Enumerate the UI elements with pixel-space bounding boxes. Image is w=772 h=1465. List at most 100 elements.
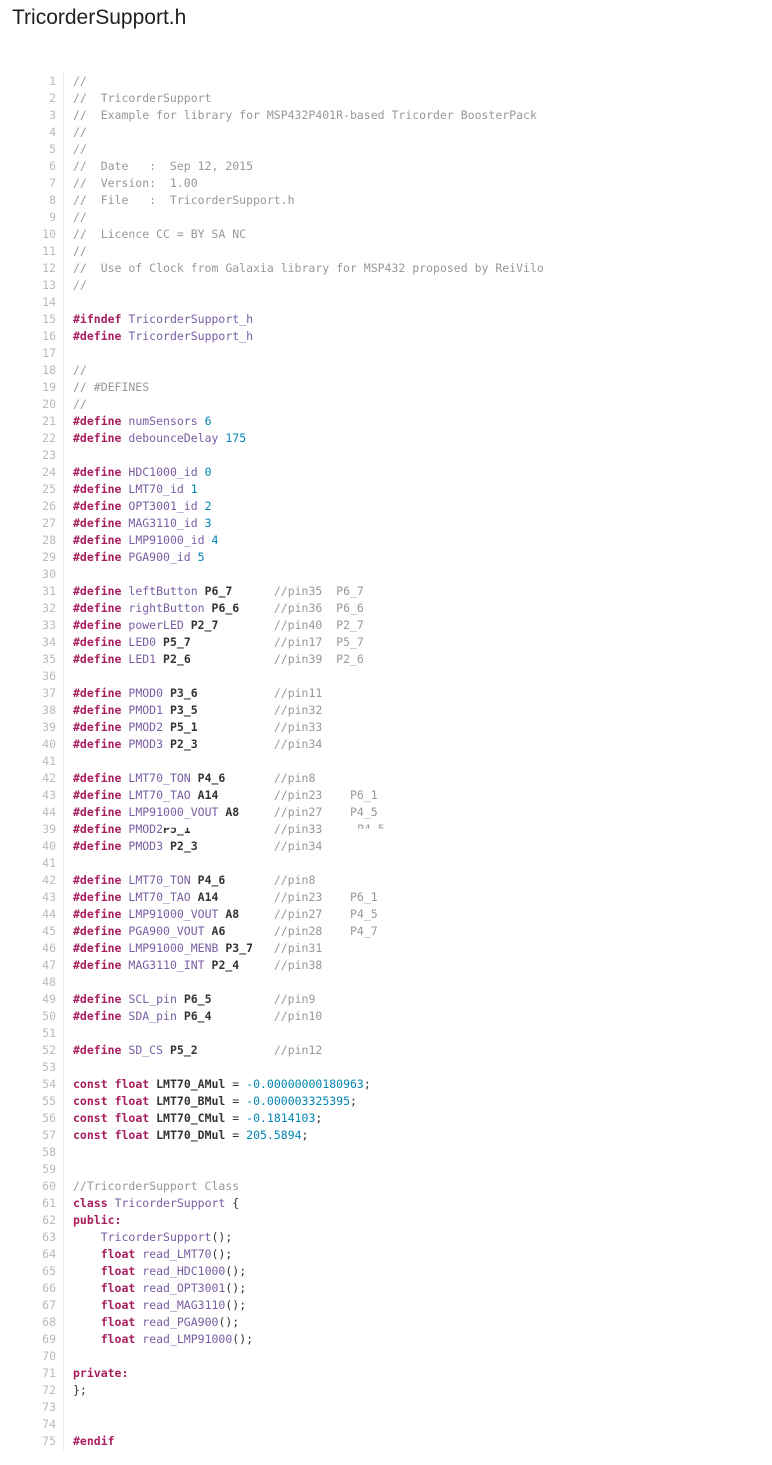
line-number: 52 xyxy=(0,1042,64,1059)
code-line: 23 xyxy=(0,447,772,464)
code-line: 41 xyxy=(0,753,772,770)
code-line: 63 TricorderSupport(); xyxy=(0,1229,772,1246)
code-line: 13// xyxy=(0,277,772,294)
code-text: #define PGA900_id 5 xyxy=(64,549,772,566)
line-number: 39 xyxy=(0,821,64,838)
line-number: 44 xyxy=(0,906,64,923)
line-number: 4 xyxy=(0,124,64,141)
code-line: 37#define PMOD0 P3_6 //pin11 xyxy=(0,685,772,702)
line-number: 10 xyxy=(0,226,64,243)
code-line: 30 xyxy=(0,566,772,583)
code-text: #define LMT70_TAO A14 //pin23 P6_1 xyxy=(64,889,772,906)
line-number: 43 xyxy=(0,889,64,906)
code-text: // #DEFINES xyxy=(64,379,772,396)
code-text: #define LMP91000_VOUT A8 //pin27 P4_5 xyxy=(64,804,772,821)
code-line: 7// Version: 1.00 xyxy=(0,175,772,192)
code-text: const float LMT70_BMul = -0.000003325395… xyxy=(64,1093,772,1110)
code-text xyxy=(64,1348,772,1365)
code-text: #define MAG3110_id 3 xyxy=(64,515,772,532)
code-line: 47#define MAG3110_INT P2_4 //pin38 xyxy=(0,957,772,974)
code-text: // TricorderSupport xyxy=(64,90,772,107)
line-number: 15 xyxy=(0,311,64,328)
line-number: 13 xyxy=(0,277,64,294)
code-line: 52#define SD_CS P5_2 //pin12 xyxy=(0,1042,772,1059)
code-line: 22#define debounceDelay 175 xyxy=(0,430,772,447)
code-text: #define LMP91000_MENB P3_7 //pin31 xyxy=(64,940,772,957)
line-number: 19 xyxy=(0,379,64,396)
code-line: 68 float read_PGA900(); xyxy=(0,1314,772,1331)
code-text: #define LMT70_TON P4_6 //pin8 xyxy=(64,770,772,787)
code-line: 55const float LMT70_BMul = -0.0000033253… xyxy=(0,1093,772,1110)
code-text: #define OPT3001_id 2 xyxy=(64,498,772,515)
code-line: 65 float read_HDC1000(); xyxy=(0,1263,772,1280)
code-line: 38#define PMOD1 P3_5 //pin32 xyxy=(0,702,772,719)
code-text xyxy=(64,1399,772,1416)
code-line: 36 xyxy=(0,668,772,685)
line-number: 70 xyxy=(0,1348,64,1365)
code-line: 44#define LMP91000_VOUT A8 //pin27 P4_5 xyxy=(0,804,772,821)
line-number: 21 xyxy=(0,413,64,430)
line-number: 30 xyxy=(0,566,64,583)
code-text: float read_LMT70(); xyxy=(64,1246,772,1263)
code-text: #define rightButton P6_6 //pin36 P6_6 xyxy=(64,600,772,617)
code-line: 26#define OPT3001_id 2 xyxy=(0,498,772,515)
code-line: 12// Use of Clock from Galaxia library f… xyxy=(0,260,772,277)
code-line: 27#define MAG3110_id 3 xyxy=(0,515,772,532)
line-number: 2 xyxy=(0,90,64,107)
code-text: #ifndef TricorderSupport_h xyxy=(64,311,772,328)
code-line: 72}; xyxy=(0,1382,772,1399)
code-line: 32#define rightButton P6_6 //pin36 P6_6 xyxy=(0,600,772,617)
line-number: 22 xyxy=(0,430,64,447)
line-number: 32 xyxy=(0,600,64,617)
line-number: 54 xyxy=(0,1076,64,1093)
line-number: 3 xyxy=(0,107,64,124)
line-number: 55 xyxy=(0,1093,64,1110)
code-text: #define LED1 P2_6 //pin39 P2_6 xyxy=(64,651,772,668)
code-line: 56const float LMT70_CMul = -0.1814103; xyxy=(0,1110,772,1127)
line-number: 36 xyxy=(0,668,64,685)
line-number: 60 xyxy=(0,1178,64,1195)
code-line: 28#define LMP91000_id 4 xyxy=(0,532,772,549)
code-text xyxy=(64,294,772,311)
code-text: #define powerLED P2_7 //pin40 P2_7 xyxy=(64,617,772,634)
code-line: 74 xyxy=(0,1416,772,1433)
code-line: 40#define PMOD3 P2_3 //pin34 xyxy=(0,838,772,855)
line-number: 75 xyxy=(0,1433,64,1450)
line-number: 74 xyxy=(0,1416,64,1433)
code-text: #define TricorderSupport_h xyxy=(64,328,772,345)
code-line: 43#define LMT70_TAO A14 //pin23 P6_1 xyxy=(0,889,772,906)
code-text: float read_MAG3110(); xyxy=(64,1297,772,1314)
line-number: 48 xyxy=(0,974,64,991)
line-number: 7 xyxy=(0,175,64,192)
code-text: #define LMT70_TON P4_6 //pin8 xyxy=(64,872,772,889)
line-number: 64 xyxy=(0,1246,64,1263)
code-line: 10// Licence CC = BY SA NC xyxy=(0,226,772,243)
code-line: 69 float read_LMP91000(); xyxy=(0,1331,772,1348)
line-number: 51 xyxy=(0,1025,64,1042)
code-text xyxy=(64,447,772,464)
code-line: 51 xyxy=(0,1025,772,1042)
code-line: 60//TricorderSupport Class xyxy=(0,1178,772,1195)
line-number: 37 xyxy=(0,685,64,702)
line-number: 56 xyxy=(0,1110,64,1127)
code-text: // Licence CC = BY SA NC xyxy=(64,226,772,243)
code-line: 50#define SDA_pin P6_4 //pin10 xyxy=(0,1008,772,1025)
code-text: // xyxy=(64,141,772,158)
code-line: 35#define LED1 P2_6 //pin39 P2_6 xyxy=(0,651,772,668)
code-line: 42#define LMT70_TON P4_6 //pin8 xyxy=(0,872,772,889)
code-line: 39#define PMOD2 P5_1 //pin33 xyxy=(0,719,772,736)
code-text xyxy=(64,753,772,770)
code-line: 61class TricorderSupport { xyxy=(0,1195,772,1212)
code-line: 5// xyxy=(0,141,772,158)
code-text: #define PMOD1 P3_5 //pin32 xyxy=(64,702,772,719)
code-line: 15#ifndef TricorderSupport_h xyxy=(0,311,772,328)
line-number: 68 xyxy=(0,1314,64,1331)
code-line: 14 xyxy=(0,294,772,311)
line-number: 38 xyxy=(0,702,64,719)
line-number: 61 xyxy=(0,1195,64,1212)
line-number: 69 xyxy=(0,1331,64,1348)
line-number: 67 xyxy=(0,1297,64,1314)
code-line: 33#define powerLED P2_7 //pin40 P2_7 xyxy=(0,617,772,634)
code-text: float read_OPT3001(); xyxy=(64,1280,772,1297)
code-text: float read_PGA900(); xyxy=(64,1314,772,1331)
